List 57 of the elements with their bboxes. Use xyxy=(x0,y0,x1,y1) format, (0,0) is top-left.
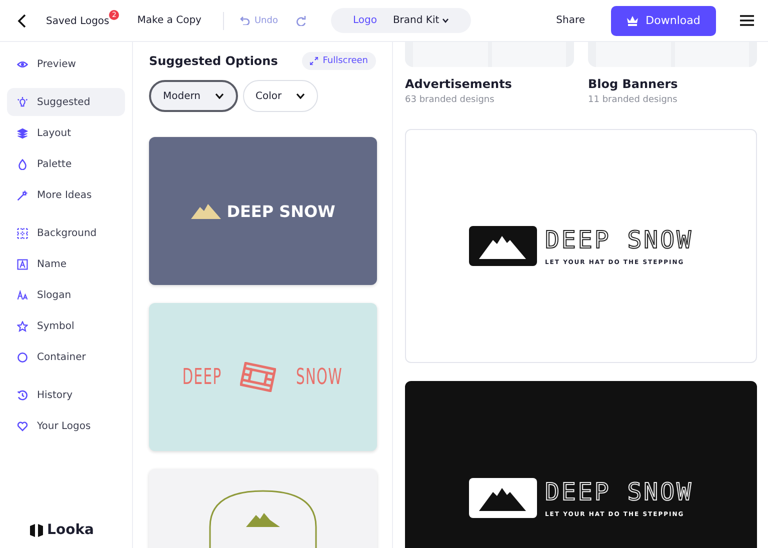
fullscreen-button[interactable]: Fullscreen xyxy=(302,52,376,70)
sidebar-item[interactable]: History xyxy=(7,381,125,409)
tab[interactable]: Brand Kit xyxy=(386,12,456,29)
sidebar-item[interactable]: Layout xyxy=(7,119,125,147)
category-title: Advertisements xyxy=(405,77,513,91)
font-icon xyxy=(17,290,28,300)
brand-name: Looka xyxy=(47,522,94,538)
sidebar-item[interactable]: Your Logos xyxy=(7,412,125,440)
make-copy-button[interactable]: Make a Copy xyxy=(137,15,202,26)
film-icon xyxy=(240,362,276,392)
sidebar-item[interactable]: Palette xyxy=(7,150,125,178)
chevron-down-icon xyxy=(214,93,224,99)
history-icon xyxy=(17,390,28,400)
wand-icon xyxy=(17,190,28,200)
circle-icon xyxy=(17,352,28,362)
heart-icon xyxy=(17,420,28,432)
star-icon xyxy=(17,320,28,332)
logo-name: DEEP SNOW xyxy=(544,226,694,254)
crown-icon xyxy=(626,16,638,26)
chevron-down-icon xyxy=(296,93,305,99)
eye-icon xyxy=(17,58,28,70)
letter-icon xyxy=(17,258,28,270)
expand-icon xyxy=(310,57,318,65)
mountain-icon xyxy=(190,203,221,219)
panel-title: Suggested Options xyxy=(149,54,278,68)
grid-icon xyxy=(17,228,28,238)
category-subtitle: 11 branded designs xyxy=(588,95,678,105)
filter-dropdown[interactable]: Modern xyxy=(149,80,238,112)
sidebar-item[interactable]: More Ideas xyxy=(7,181,125,209)
menu-icon[interactable] xyxy=(740,15,754,26)
sidebar-item[interactable]: Suggested xyxy=(7,88,125,116)
mountain-icon xyxy=(468,478,537,518)
tab[interactable]: Logo xyxy=(346,12,383,29)
logo-name: SNOW xyxy=(296,364,342,390)
chevron-down-icon xyxy=(442,18,450,23)
redo-icon xyxy=(296,16,306,26)
sidebar-item[interactable]: Symbol xyxy=(7,312,125,340)
logo-name: DEEP xyxy=(182,364,222,390)
logo-option[interactable]: DEEP SNOW xyxy=(149,137,377,285)
logo-icon xyxy=(30,524,44,536)
logo-name: DEEP SNOW xyxy=(226,202,336,220)
sidebar-item[interactable]: Name xyxy=(7,250,125,278)
category-subtitle: 63 branded designs xyxy=(405,95,496,105)
share-button[interactable]: Share xyxy=(556,15,585,26)
layers-icon xyxy=(17,128,28,138)
undo-icon xyxy=(240,16,250,25)
drop-icon xyxy=(17,158,28,170)
lightbulb-icon xyxy=(17,96,28,108)
filter-dropdown[interactable]: Color xyxy=(242,80,318,112)
sidebar-item[interactable]: Background xyxy=(7,219,125,247)
download-button[interactable]: Download xyxy=(611,6,716,36)
logo-name: DEEP SNOW xyxy=(544,478,694,506)
category-title: Blog Banners xyxy=(588,77,679,91)
sidebar-item[interactable]: Slogan xyxy=(7,281,125,309)
mountain-icon xyxy=(468,226,537,266)
sidebar-item[interactable]: Container xyxy=(7,343,125,371)
sidebar-item[interactable]: Preview xyxy=(7,50,125,78)
